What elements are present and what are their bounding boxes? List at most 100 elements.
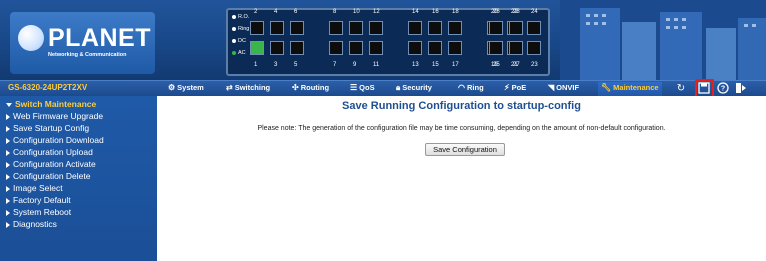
- port-14[interactable]: [408, 21, 422, 35]
- port-3[interactable]: [270, 41, 284, 55]
- top-navigation: GS-6320-24UP2T2XV ⚙ System ⇄ Switching ✣ Ro…: [0, 80, 766, 96]
- sidebar-item-label: Diagnostics: [13, 219, 57, 229]
- switching-icon: ⇄: [226, 83, 233, 92]
- sidebar-item-label: Configuration Delete: [13, 171, 91, 181]
- led-dc: DC: [232, 38, 246, 44]
- port-16[interactable]: [428, 21, 442, 35]
- nav-security[interactable]: 🔒︎ Security: [396, 83, 432, 93]
- chevron-right-icon: [6, 125, 10, 132]
- save-configuration-button[interactable]: Save Configuration: [425, 143, 505, 156]
- port-18[interactable]: [448, 21, 462, 35]
- sidebar-item-configuration-upload[interactable]: Configuration Upload: [6, 147, 93, 157]
- nav-qos[interactable]: ☰ QoS: [350, 83, 375, 92]
- port-number-label: 14: [412, 9, 419, 15]
- port-24[interactable]: [527, 21, 541, 35]
- nav-routing[interactable]: ✣ Routing: [292, 83, 329, 92]
- nav-poe[interactable]: ⚡︎ PoE: [504, 83, 526, 92]
- logo-text: PLANET: [48, 24, 151, 52]
- logo-globe-icon: [18, 25, 44, 51]
- port-5[interactable]: [290, 41, 304, 55]
- port-26[interactable]: [489, 21, 503, 35]
- routing-icon: ✣: [292, 83, 299, 92]
- lock-icon: 🔒︎: [396, 83, 401, 92]
- port-25[interactable]: [489, 41, 503, 55]
- port-28[interactable]: [509, 21, 523, 35]
- chevron-right-icon: [6, 197, 10, 204]
- port-number-label: 24: [531, 9, 538, 15]
- chevron-right-icon: [6, 221, 10, 228]
- nav-maintenance[interactable]: 🔧︎ Maintenance: [598, 82, 662, 96]
- chevron-right-icon: [6, 161, 10, 168]
- nav-ring[interactable]: ◠ Ring: [458, 83, 484, 92]
- port-9[interactable]: [349, 41, 363, 55]
- nav-system[interactable]: ⚙ System: [168, 83, 204, 92]
- port-23[interactable]: [527, 41, 541, 55]
- port-13[interactable]: [408, 41, 422, 55]
- sidebar-item-web-firmware-upgrade[interactable]: Web Firmware Upgrade: [6, 111, 103, 121]
- port-15[interactable]: [428, 41, 442, 55]
- port-number-label: 26: [493, 9, 500, 15]
- chevron-right-icon: [6, 185, 10, 192]
- sidebar-item-label: System Reboot: [13, 207, 72, 217]
- svg-text:?: ?: [721, 86, 725, 93]
- port-number-label: 28: [513, 9, 520, 15]
- sidebar-item-image-select[interactable]: Image Select: [6, 183, 63, 193]
- port-number-label: 25: [493, 62, 500, 68]
- port-27[interactable]: [509, 41, 523, 55]
- sidebar-item-configuration-activate[interactable]: Configuration Activate: [6, 159, 96, 169]
- sidebar-item-factory-default[interactable]: Factory Default: [6, 195, 71, 205]
- sidebar-item-save-startup-config[interactable]: Save Startup Config: [6, 123, 89, 133]
- port-2[interactable]: [250, 21, 264, 35]
- port-number-label: 3: [274, 62, 278, 68]
- port-number-label: 16: [432, 9, 439, 15]
- port-1[interactable]: [250, 41, 264, 55]
- sidebar: Switch Maintenance Web Firmware Upgrade S…: [0, 96, 157, 261]
- planet-logo[interactable]: PLANET Networking & Communication: [10, 12, 155, 74]
- port-8[interactable]: [329, 21, 343, 35]
- page-title: Save Running Configuration to startup-co…: [342, 100, 581, 112]
- port-4[interactable]: [270, 21, 284, 35]
- help-icon[interactable]: ?: [716, 82, 730, 96]
- port-12[interactable]: [369, 21, 383, 35]
- port-number-label: 8: [333, 9, 337, 15]
- sidebar-item-diagnostics[interactable]: Diagnostics: [6, 219, 57, 229]
- sidebar-section-title[interactable]: Switch Maintenance: [6, 99, 96, 109]
- port-number-label: 18: [452, 9, 459, 15]
- port-number-label: 1: [254, 62, 258, 68]
- port-number-label: 27: [513, 62, 520, 68]
- port-7[interactable]: [329, 41, 343, 55]
- led-ac: AC: [232, 50, 246, 56]
- port-11[interactable]: [369, 41, 383, 55]
- sidebar-item-configuration-download[interactable]: Configuration Download: [6, 135, 104, 145]
- port-number-label: 15: [432, 62, 439, 68]
- port-number-label: 9: [353, 62, 357, 68]
- port-number-label: 10: [353, 9, 360, 15]
- sidebar-item-configuration-delete[interactable]: Configuration Delete: [6, 171, 91, 181]
- port-number-label: 17: [452, 62, 459, 68]
- qos-icon: ☰: [350, 83, 358, 92]
- port-number-label: 11: [373, 62, 380, 68]
- sidebar-item-label: Factory Default: [13, 195, 71, 205]
- led-ring: Ring: [232, 26, 249, 32]
- logout-icon[interactable]: [734, 82, 748, 96]
- port-10[interactable]: [349, 21, 363, 35]
- port-17[interactable]: [448, 41, 462, 55]
- page-note: Please note: The generation of the confi…: [257, 125, 666, 132]
- port-6[interactable]: [290, 21, 304, 35]
- model-name: GS-6320-24UP2T2XV: [8, 83, 88, 92]
- led-dot-icon: [232, 14, 236, 19]
- sidebar-item-label: Image Select: [13, 183, 63, 193]
- nav-onvif[interactable]: ◥ ONVIF: [548, 83, 579, 92]
- sidebar-item-label: Configuration Upload: [13, 147, 93, 157]
- sidebar-item-label: Configuration Activate: [13, 159, 96, 169]
- nav-switching[interactable]: ⇄ Switching: [226, 83, 270, 92]
- port-number-label: 4: [274, 9, 278, 15]
- port-number-label: 13: [412, 62, 419, 68]
- chevron-right-icon: [6, 137, 10, 144]
- sidebar-item-system-reboot[interactable]: System Reboot: [6, 207, 71, 217]
- wrench-icon: 🔧︎: [601, 83, 612, 92]
- port-number-label: 6: [294, 9, 298, 15]
- main-content: Save Running Configuration to startup-co…: [157, 96, 766, 261]
- chevron-right-icon: [6, 209, 10, 216]
- port-number-label: 2: [254, 9, 258, 15]
